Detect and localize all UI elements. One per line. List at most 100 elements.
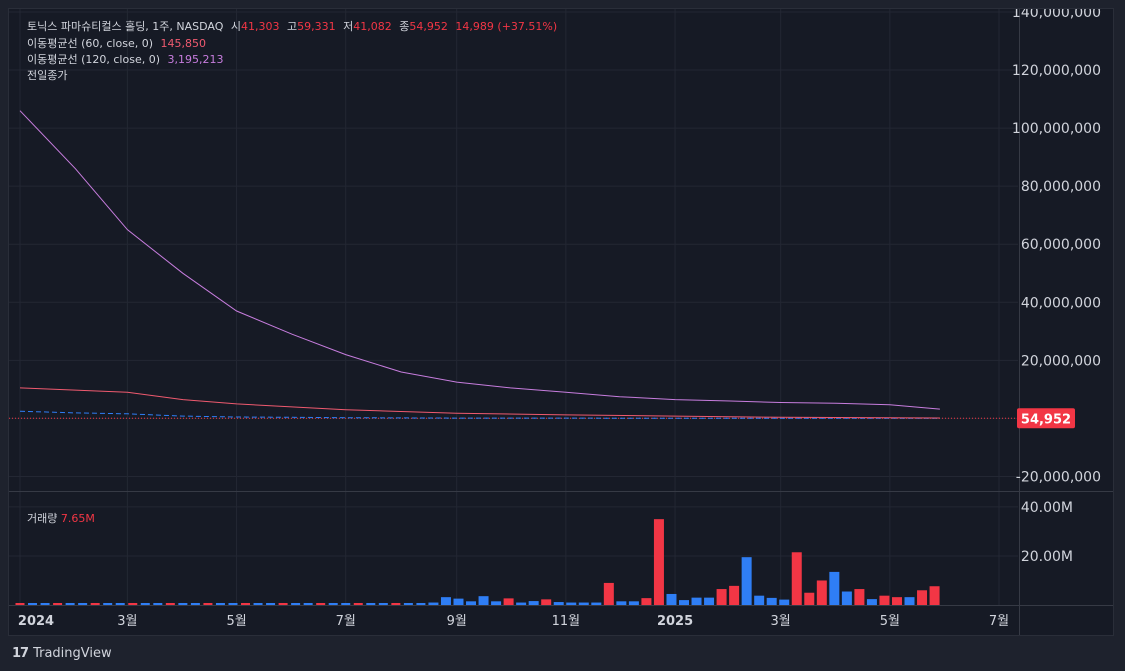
volume-bar bbox=[854, 589, 865, 605]
price-chart[interactable]: 140,000,000 120,000,000 100,000,000 80,000,… bbox=[9, 9, 1113, 635]
volume-bar bbox=[115, 603, 125, 605]
volume-bar bbox=[228, 603, 238, 605]
volume-bar bbox=[190, 603, 200, 605]
tradingview-logo-icon: 17 bbox=[12, 646, 29, 661]
volume-bar bbox=[891, 597, 902, 605]
time-axis-label: 9월 bbox=[447, 614, 467, 629]
volume-bar bbox=[103, 603, 113, 605]
volume-bar bbox=[679, 600, 690, 605]
volume-bar bbox=[15, 603, 25, 605]
volume-bar bbox=[691, 597, 702, 605]
volume-bar bbox=[754, 595, 765, 605]
volume-bar bbox=[616, 601, 627, 605]
volume-bar bbox=[528, 601, 539, 605]
volume-label: 거래량 bbox=[27, 512, 58, 525]
volume-bar bbox=[466, 601, 477, 605]
volume-bar bbox=[278, 603, 288, 605]
ma120-label: 이동평균선 (120, close, 0) bbox=[27, 53, 160, 66]
time-axis-label: 11월 bbox=[552, 614, 581, 629]
volume-bar bbox=[328, 603, 338, 605]
volume-bar bbox=[779, 599, 790, 605]
volume-bar bbox=[366, 603, 376, 605]
volume-axis-label: 40.00M bbox=[1021, 500, 1073, 516]
volume-bar bbox=[253, 603, 263, 605]
volume-bar bbox=[804, 592, 815, 605]
close-value: 54,952 bbox=[409, 20, 448, 33]
last-price-tag-label: 54,952 bbox=[1021, 412, 1071, 427]
ma60-legend[interactable]: 이동평균선 (60, close, 0) 145,850 bbox=[27, 36, 210, 52]
close-label: 종 bbox=[399, 20, 410, 33]
price-axis-label: 140,000,000 bbox=[1012, 9, 1101, 21]
volume-bar bbox=[566, 602, 577, 605]
volume-bar bbox=[541, 599, 552, 605]
volume-axis-label: 20.00M bbox=[1021, 549, 1073, 565]
volume-bar bbox=[516, 602, 527, 605]
volume-bar bbox=[641, 598, 652, 605]
volume-bar bbox=[603, 582, 614, 605]
volume-bar bbox=[729, 585, 740, 605]
volume-bar bbox=[53, 603, 63, 605]
low-label: 저 bbox=[343, 20, 354, 33]
ma120-line bbox=[19, 110, 940, 410]
time-axis-label: 2025 bbox=[657, 614, 693, 629]
volume-bar bbox=[716, 589, 727, 605]
volume-bar bbox=[428, 602, 439, 605]
ma60-label: 이동평균선 (60, close, 0) bbox=[27, 37, 153, 50]
low-value: 41,082 bbox=[353, 20, 392, 33]
volume-legend[interactable]: 거래량 7.65M bbox=[27, 510, 95, 526]
volume-bar bbox=[791, 552, 802, 605]
brand[interactable]: 17 TradingView bbox=[12, 646, 112, 661]
volume-bar bbox=[578, 602, 589, 605]
volume-bar bbox=[291, 603, 301, 605]
price-axis-label: 120,000,000 bbox=[1012, 63, 1101, 79]
volume-bar bbox=[391, 603, 401, 605]
volume-bar bbox=[316, 603, 326, 605]
volume-bar bbox=[591, 602, 602, 605]
volume-bar bbox=[215, 603, 225, 605]
volume-bar bbox=[153, 603, 163, 605]
ma120-legend[interactable]: 이동평균선 (120, close, 0) 3,195,213 bbox=[27, 52, 227, 68]
volume-bar bbox=[241, 603, 251, 605]
volume-bar bbox=[866, 599, 877, 605]
price-axis-label: 40,000,000 bbox=[1021, 295, 1101, 311]
time-axis-label: 5월 bbox=[226, 614, 246, 629]
volume-bar bbox=[491, 601, 502, 605]
open-label: 시 bbox=[230, 20, 242, 33]
volume-bar bbox=[78, 603, 88, 605]
volume-bar bbox=[178, 603, 188, 605]
volume-bar bbox=[929, 586, 940, 605]
volume-bar bbox=[628, 601, 639, 605]
volume-bar bbox=[128, 603, 138, 605]
volume-bar bbox=[666, 593, 677, 605]
ma60-value: 145,850 bbox=[160, 37, 207, 50]
open-value: 41,303 bbox=[241, 20, 280, 33]
time-axis-label: 3월 bbox=[117, 614, 137, 629]
high-label: 고 bbox=[287, 20, 298, 33]
volume-bar bbox=[478, 596, 489, 605]
volume-value: 7.65M bbox=[60, 512, 95, 525]
ma120-value: 3,195,213 bbox=[167, 53, 224, 66]
price-axis-label: 80,000,000 bbox=[1021, 179, 1101, 195]
volume-bar bbox=[40, 603, 50, 605]
volume-bar bbox=[303, 603, 313, 605]
time-axis-label: 3월 bbox=[771, 614, 791, 629]
volume-bar bbox=[704, 597, 715, 605]
high-value: 59,331 bbox=[297, 20, 336, 33]
symbol-legend: 토닉스 파마슈티컬스 홀딩, 1주, NASDAQ 시41,303 고59,33… bbox=[27, 19, 561, 35]
volume-bar bbox=[28, 603, 38, 605]
time-axis-label: 7월 bbox=[989, 614, 1009, 629]
volume-bar bbox=[65, 603, 75, 605]
time-axis-label: 2024 bbox=[18, 614, 54, 629]
time-axis-label: 5월 bbox=[880, 614, 900, 629]
volume-bar bbox=[453, 598, 464, 605]
chart-frame: 140,000,000 120,000,000 100,000,000 80,000,… bbox=[8, 8, 1114, 636]
volume-bar bbox=[341, 603, 351, 605]
volume-bar bbox=[841, 591, 852, 605]
volume-bar bbox=[378, 603, 388, 605]
volume-bar bbox=[90, 603, 100, 605]
volume-bar bbox=[353, 603, 363, 605]
prev-close-legend[interactable]: 전일종가 bbox=[27, 68, 71, 84]
volume-bar bbox=[403, 603, 413, 605]
volume-bar bbox=[440, 597, 451, 605]
volume-bar bbox=[829, 571, 840, 605]
